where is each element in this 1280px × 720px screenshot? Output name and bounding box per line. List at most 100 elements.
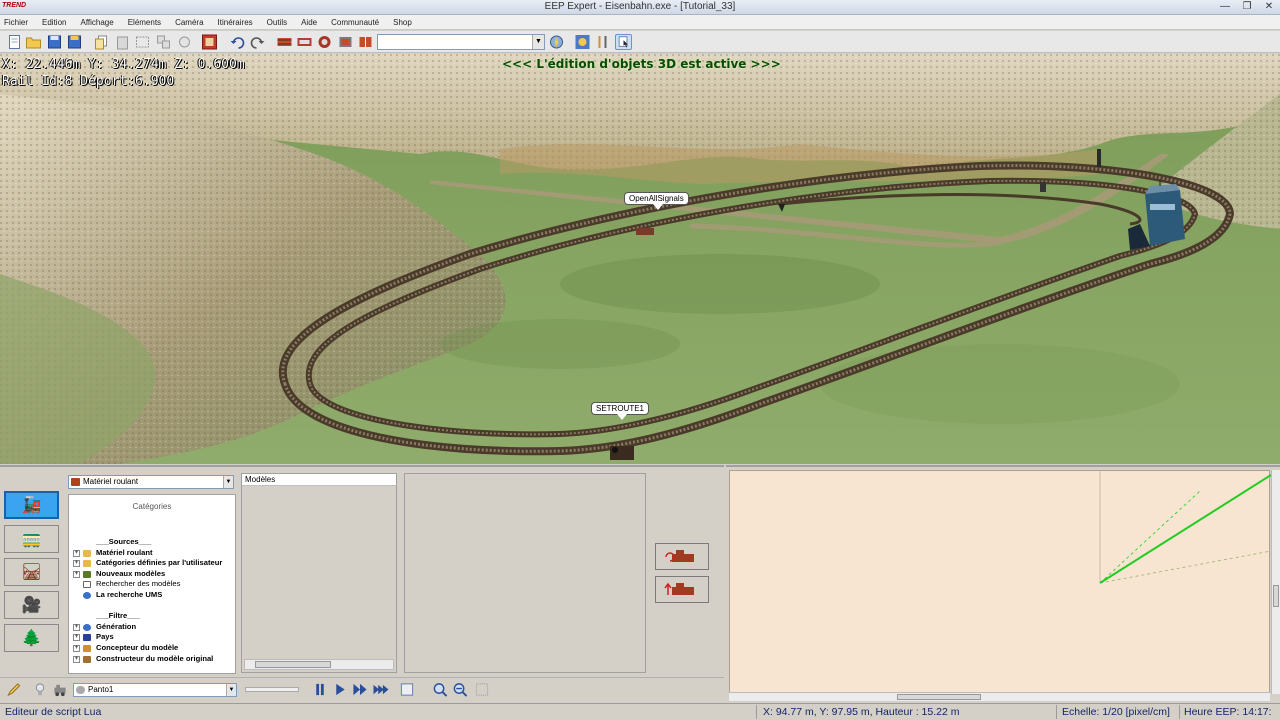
undo-icon[interactable] [229, 34, 246, 50]
zoom-in-icon[interactable] [432, 682, 448, 697]
object-icon [76, 686, 85, 694]
window-title: EEP Expert - Eisenbahn.exe - [Tutorial_3… [544, 1, 736, 12]
menu-bar: Fichier Edition Affichage Eléments Camér… [0, 15, 1280, 30]
road-icon[interactable] [337, 34, 354, 50]
play-icon[interactable] [332, 682, 348, 697]
expand-icon[interactable]: + [73, 634, 80, 642]
scrollbar-thumb[interactable] [897, 694, 981, 700]
object-select-value: Panto1 [88, 685, 114, 694]
tree-item[interactable]: + Concepteur du modèle [73, 643, 222, 654]
restore-button[interactable]: ❐ [1240, 0, 1254, 13]
signal-editor-icon[interactable] [201, 34, 218, 50]
replace-locomotive-icon [665, 549, 694, 562]
menu-affichage[interactable]: Affichage [80, 18, 113, 27]
tree-item-label: Constructeur du modèle original [96, 653, 214, 663]
paste-icon[interactable] [114, 34, 131, 50]
tree-item[interactable]: + Catégories définies par l'utilisateur [73, 558, 222, 569]
lightbulb-icon[interactable] [32, 682, 48, 697]
frame-icon[interactable] [399, 682, 415, 697]
menu-edition[interactable]: Edition [42, 18, 66, 27]
object-select-dropdown[interactable]: Panto1 ▼ [73, 683, 237, 697]
expand-icon[interactable]: + [73, 644, 80, 652]
pause-icon[interactable] [312, 682, 328, 697]
track-objects-tab[interactable]: 🚃 [4, 525, 59, 553]
status-script-editor[interactable]: Editeur de script Lua [5, 706, 101, 718]
tree-item[interactable]: + Pays [73, 632, 222, 643]
help-cursor-icon[interactable] [615, 34, 632, 50]
minimize-button[interactable]: — [1218, 0, 1232, 13]
insert-model-button[interactable] [655, 576, 709, 603]
menu-itineraires[interactable]: Itinéraires [218, 18, 253, 27]
tree-item[interactable]: ___Sources___ [73, 537, 222, 548]
save-icon[interactable] [46, 34, 63, 50]
3d-viewport[interactable]: X: 22.446m Y: 34.274m Z: 0.600m Rail Id:… [0, 54, 1280, 464]
toolbar-search-combo[interactable]: ▼ [377, 34, 545, 50]
2d-map-canvas[interactable] [729, 470, 1272, 694]
chevron-down-icon[interactable]: ▼ [223, 476, 233, 488]
tools-icon[interactable] [595, 34, 612, 50]
locomotive-icon[interactable] [52, 682, 68, 697]
expand-icon[interactable]: + [73, 549, 80, 557]
replace-model-button[interactable] [655, 543, 709, 570]
goods-tab[interactable]: 🌲 [4, 624, 59, 652]
zoom-out-icon[interactable] [452, 682, 468, 697]
categories-title: Catégories [132, 502, 172, 511]
open-folder-icon[interactable] [25, 34, 42, 50]
scrollbar-thumb[interactable] [255, 661, 331, 668]
expand-icon[interactable]: + [73, 560, 80, 568]
menu-shop[interactable]: Shop [393, 18, 412, 27]
menu-communaute[interactable]: Communauté [331, 18, 379, 27]
menu-fichier[interactable]: Fichier [4, 18, 28, 27]
waterway-icon[interactable] [357, 34, 374, 50]
save-as-icon[interactable] [66, 34, 83, 50]
map-vertical-scrollbar[interactable] [1271, 470, 1280, 694]
contact-label-openallsignals[interactable]: OpenAllSignals [624, 192, 689, 210]
tree-item-label: ___Filtre___ [96, 611, 140, 621]
landscape-elements-tab[interactable]: 🛤 [4, 558, 59, 586]
close-button[interactable]: ✕ [1262, 0, 1276, 13]
pencil-icon[interactable] [6, 682, 22, 697]
contact-label-setroute1[interactable]: SETROUTE1 [591, 402, 650, 420]
category-tree: ___Sources___ + Matériel roulant + Catégorie… [73, 537, 222, 664]
chevron-down-icon[interactable]: ▼ [226, 684, 236, 696]
tram-track-icon[interactable] [316, 34, 333, 50]
tree-item[interactable]: + Nouveaux modèles [73, 569, 222, 580]
camera-tab[interactable]: 🎥 [4, 591, 59, 619]
copy-icon[interactable] [93, 34, 110, 50]
new-file-icon[interactable] [6, 34, 23, 50]
track-system-icon[interactable] [296, 34, 313, 50]
compass-icon[interactable] [548, 34, 565, 50]
group-icon[interactable] [155, 34, 172, 50]
menu-aide[interactable]: Aide [301, 18, 317, 27]
expand-icon[interactable]: + [73, 570, 80, 578]
tree-item[interactable]: La recherche UMS [73, 590, 222, 601]
speed-slider[interactable] [245, 687, 299, 692]
landscape-tool-icon[interactable] [574, 34, 591, 50]
chevron-down-icon[interactable]: ▼ [532, 35, 544, 49]
expand-icon[interactable]: + [73, 623, 80, 631]
tree-item[interactable]: + Constructeur du modèle original [73, 654, 222, 665]
models-horizontal-scrollbar[interactable] [244, 659, 394, 670]
tree-item[interactable]: + Génération [73, 622, 222, 633]
select-icon[interactable] [134, 34, 151, 50]
menu-outils[interactable]: Outils [267, 18, 287, 27]
map-horizontal-scrollbar[interactable] [729, 692, 1270, 701]
fastest-forward-icon[interactable] [373, 682, 389, 697]
tree-item[interactable]: + Matériel roulant [73, 548, 222, 559]
coordinate-line: X: 22.446m Y: 34.274m Z: 0.600m [2, 57, 245, 72]
expand-icon[interactable]: + [73, 655, 80, 663]
menu-camera[interactable]: Caméra [175, 18, 203, 27]
redo-icon[interactable] [249, 34, 266, 50]
tree-item[interactable]: Rechercher des modèles [73, 579, 222, 590]
transfer-icon[interactable] [176, 34, 193, 50]
fast-forward-icon[interactable] [352, 682, 368, 697]
scrollbar-thumb[interactable] [1273, 585, 1279, 607]
tree-item[interactable]: ___Filtre___ [73, 611, 222, 622]
track-editor-icon[interactable] [276, 34, 293, 50]
category-dropdown[interactable]: Matériel roulant ▼ [68, 475, 234, 489]
tree-item-label: Catégories définies par l'utilisateur [96, 558, 223, 568]
rolling-stock-tab[interactable]: 🚂 [4, 491, 59, 519]
grid-icon[interactable] [474, 682, 490, 697]
menu-elements[interactable]: Eléments [128, 18, 161, 27]
tree-item-label: ___Sources___ [96, 537, 152, 546]
